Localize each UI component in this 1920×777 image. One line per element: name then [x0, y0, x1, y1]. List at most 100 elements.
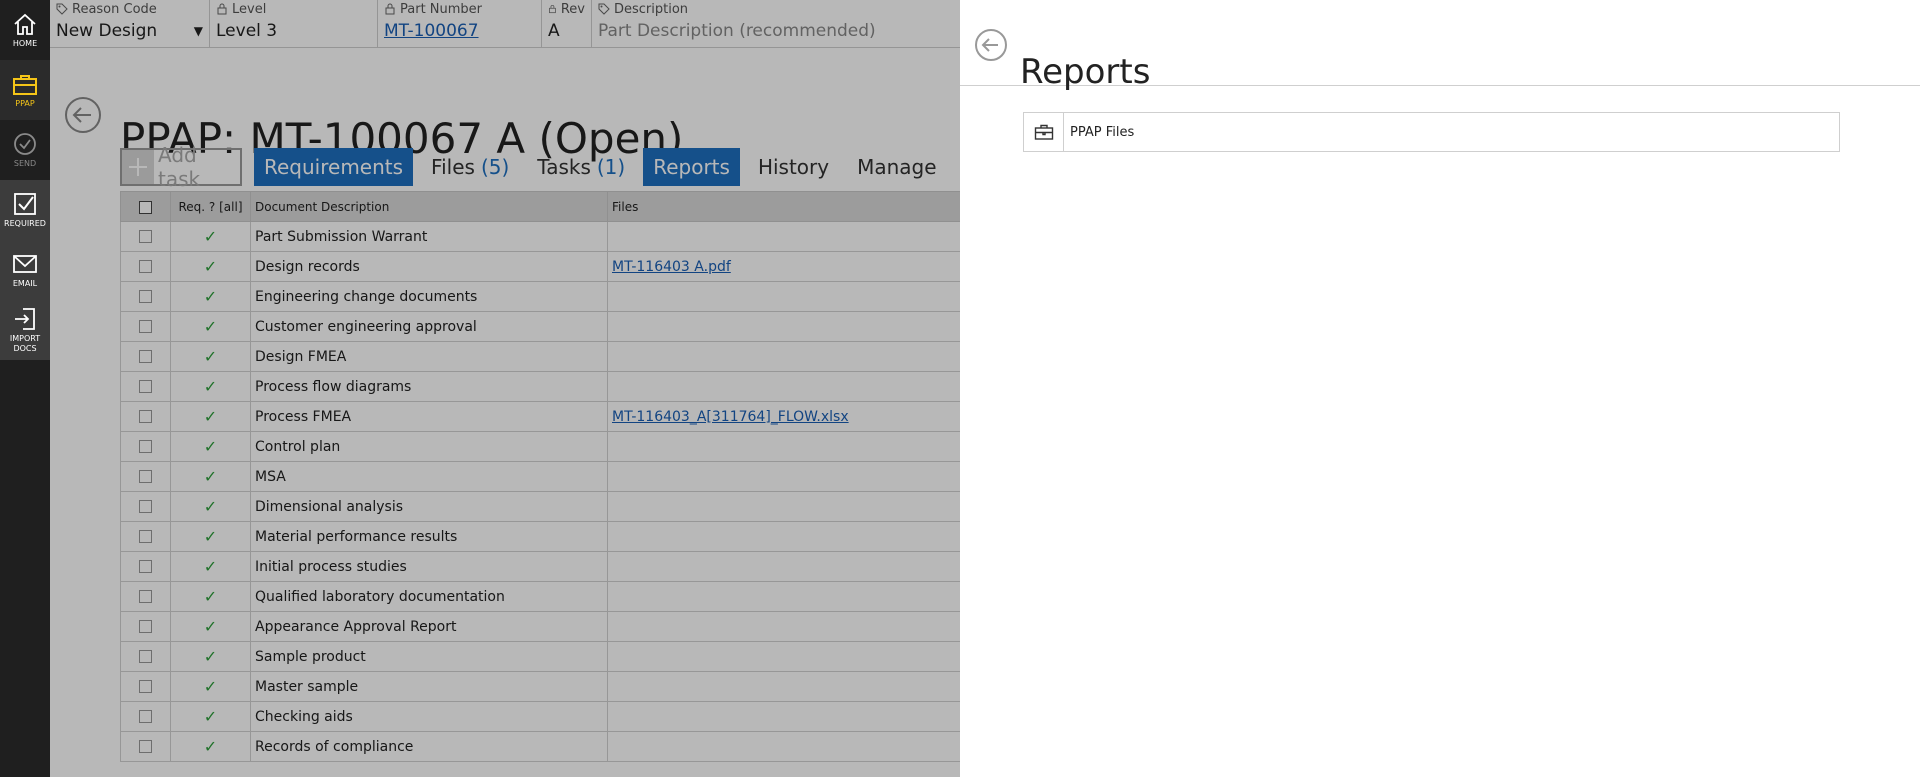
- description-cell: Sample product: [250, 641, 608, 672]
- required-cell[interactable]: ✓: [170, 251, 251, 282]
- reason-code-label: Reason Code: [72, 1, 157, 17]
- rail-ppap-label: PPAP: [15, 99, 35, 108]
- description-placeholder: Part Description (recommended): [598, 21, 876, 41]
- level-field[interactable]: Level Level 3: [210, 0, 378, 48]
- rail-home[interactable]: HOME: [0, 0, 50, 60]
- required-cell[interactable]: ✓: [170, 701, 251, 732]
- files-count: (5): [480, 155, 510, 179]
- row-checkbox[interactable]: [139, 380, 152, 393]
- row-checkbox[interactable]: [139, 500, 152, 513]
- required-cell[interactable]: ✓: [170, 311, 251, 342]
- description-cell: Checking aids: [250, 701, 608, 732]
- rail-email[interactable]: EMAIL: [0, 240, 50, 300]
- row-checkbox-cell: [120, 521, 171, 552]
- row-checkbox[interactable]: [139, 440, 152, 453]
- rail-required[interactable]: REQUIRED: [0, 180, 50, 240]
- row-checkbox-cell: [120, 251, 171, 282]
- back-arrow-icon[interactable]: [64, 96, 102, 134]
- row-checkbox-cell: [120, 371, 171, 402]
- row-checkbox[interactable]: [139, 590, 152, 603]
- checkmark-icon: ✓: [203, 707, 218, 726]
- description-cell: MSA: [250, 461, 608, 492]
- tab-history[interactable]: History: [748, 148, 839, 186]
- tab-requirements[interactable]: Requirements: [254, 148, 414, 186]
- envelope-icon: [13, 255, 37, 273]
- required-cell[interactable]: ✓: [170, 641, 251, 672]
- rail-import-docs[interactable]: IMPORT DOCS: [0, 300, 50, 360]
- checkmark-icon: ✓: [203, 227, 218, 246]
- row-checkbox[interactable]: [139, 680, 152, 693]
- tab-files[interactable]: Files (5): [421, 148, 519, 186]
- checkmark-icon: ✓: [203, 287, 218, 306]
- report-item-ppap-files[interactable]: PPAP Files: [1023, 112, 1840, 152]
- checkmark-icon: ✓: [203, 437, 218, 456]
- row-checkbox[interactable]: [139, 350, 152, 363]
- required-cell[interactable]: ✓: [170, 551, 251, 582]
- description-cell: Engineering change documents: [250, 281, 608, 312]
- description-cell: Process FMEA: [250, 401, 608, 432]
- row-checkbox[interactable]: [139, 320, 152, 333]
- row-checkbox[interactable]: [139, 650, 152, 663]
- required-cell[interactable]: ✓: [170, 281, 251, 312]
- required-cell[interactable]: ✓: [170, 671, 251, 702]
- row-checkbox[interactable]: [139, 410, 152, 423]
- back-arrow-icon[interactable]: [974, 28, 1008, 62]
- required-cell[interactable]: ✓: [170, 401, 251, 432]
- tag-icon: [56, 3, 68, 15]
- rev-value: A: [548, 21, 560, 41]
- checkmark-icon: ✓: [203, 677, 218, 696]
- required-cell[interactable]: ✓: [170, 461, 251, 492]
- rail-import-docs-label: IMPORT DOCS: [9, 334, 41, 353]
- reason-code-field[interactable]: Reason Code New Design ▼: [50, 0, 210, 48]
- left-rail: HOME PPAP SEND REQUIRED EMAIL IMPORT DOC…: [0, 0, 50, 777]
- required-cell[interactable]: ✓: [170, 611, 251, 642]
- rail-send[interactable]: SEND: [0, 120, 50, 180]
- tab-manage[interactable]: Manage: [847, 148, 946, 186]
- part-number-link[interactable]: MT-100067: [384, 21, 535, 41]
- tab-tasks-label: Tasks: [537, 155, 591, 179]
- rail-ppap[interactable]: PPAP: [0, 60, 50, 120]
- checkmark-icon: ✓: [203, 587, 218, 606]
- tab-tasks[interactable]: Tasks (1): [527, 148, 635, 186]
- rev-field: Rev A: [542, 0, 592, 48]
- level-label: Level: [232, 1, 267, 17]
- checkmark-icon: ✓: [203, 557, 218, 576]
- file-link[interactable]: MT-116403_A[311764]_FLOW.xlsx: [612, 409, 849, 425]
- req-column-header[interactable]: Req. ? [all]: [170, 191, 251, 222]
- row-checkbox[interactable]: [139, 740, 152, 753]
- row-checkbox-cell: [120, 311, 171, 342]
- add-task-button[interactable]: Add task: [120, 143, 242, 191]
- checkmark-icon: ✓: [203, 647, 218, 666]
- rail-email-label: EMAIL: [12, 279, 38, 288]
- desc-column-header[interactable]: Document Description: [250, 191, 608, 222]
- part-number-field: Part Number MT-100067: [378, 0, 542, 48]
- tab-history-label: History: [757, 155, 830, 179]
- row-checkbox[interactable]: [139, 530, 152, 543]
- description-cell: Control plan: [250, 431, 608, 462]
- required-cell[interactable]: ✓: [170, 491, 251, 522]
- row-checkbox[interactable]: [139, 290, 152, 303]
- required-cell[interactable]: ✓: [170, 221, 251, 252]
- required-cell[interactable]: ✓: [170, 371, 251, 402]
- required-cell[interactable]: ✓: [170, 431, 251, 462]
- tasks-count: (1): [596, 155, 626, 179]
- tab-reports[interactable]: Reports: [643, 148, 740, 186]
- rail-home-label: HOME: [12, 39, 38, 48]
- row-checkbox[interactable]: [139, 470, 152, 483]
- select-all-checkbox[interactable]: [139, 200, 152, 214]
- row-checkbox-cell: [120, 281, 171, 312]
- briefcase-icon: [13, 75, 37, 95]
- required-cell[interactable]: ✓: [170, 731, 251, 762]
- required-cell[interactable]: ✓: [170, 581, 251, 612]
- row-checkbox[interactable]: [139, 230, 152, 243]
- row-checkbox[interactable]: [139, 560, 152, 573]
- required-cell[interactable]: ✓: [170, 521, 251, 552]
- checkmark-icon: ✓: [203, 317, 218, 336]
- row-checkbox[interactable]: [139, 710, 152, 723]
- description-field[interactable]: Description Part Description (recommende…: [592, 0, 992, 48]
- row-checkbox[interactable]: [139, 260, 152, 273]
- required-cell[interactable]: ✓: [170, 341, 251, 372]
- row-checkbox[interactable]: [139, 620, 152, 633]
- file-link[interactable]: MT-116403 A.pdf: [612, 259, 731, 275]
- row-checkbox-cell: [120, 551, 171, 582]
